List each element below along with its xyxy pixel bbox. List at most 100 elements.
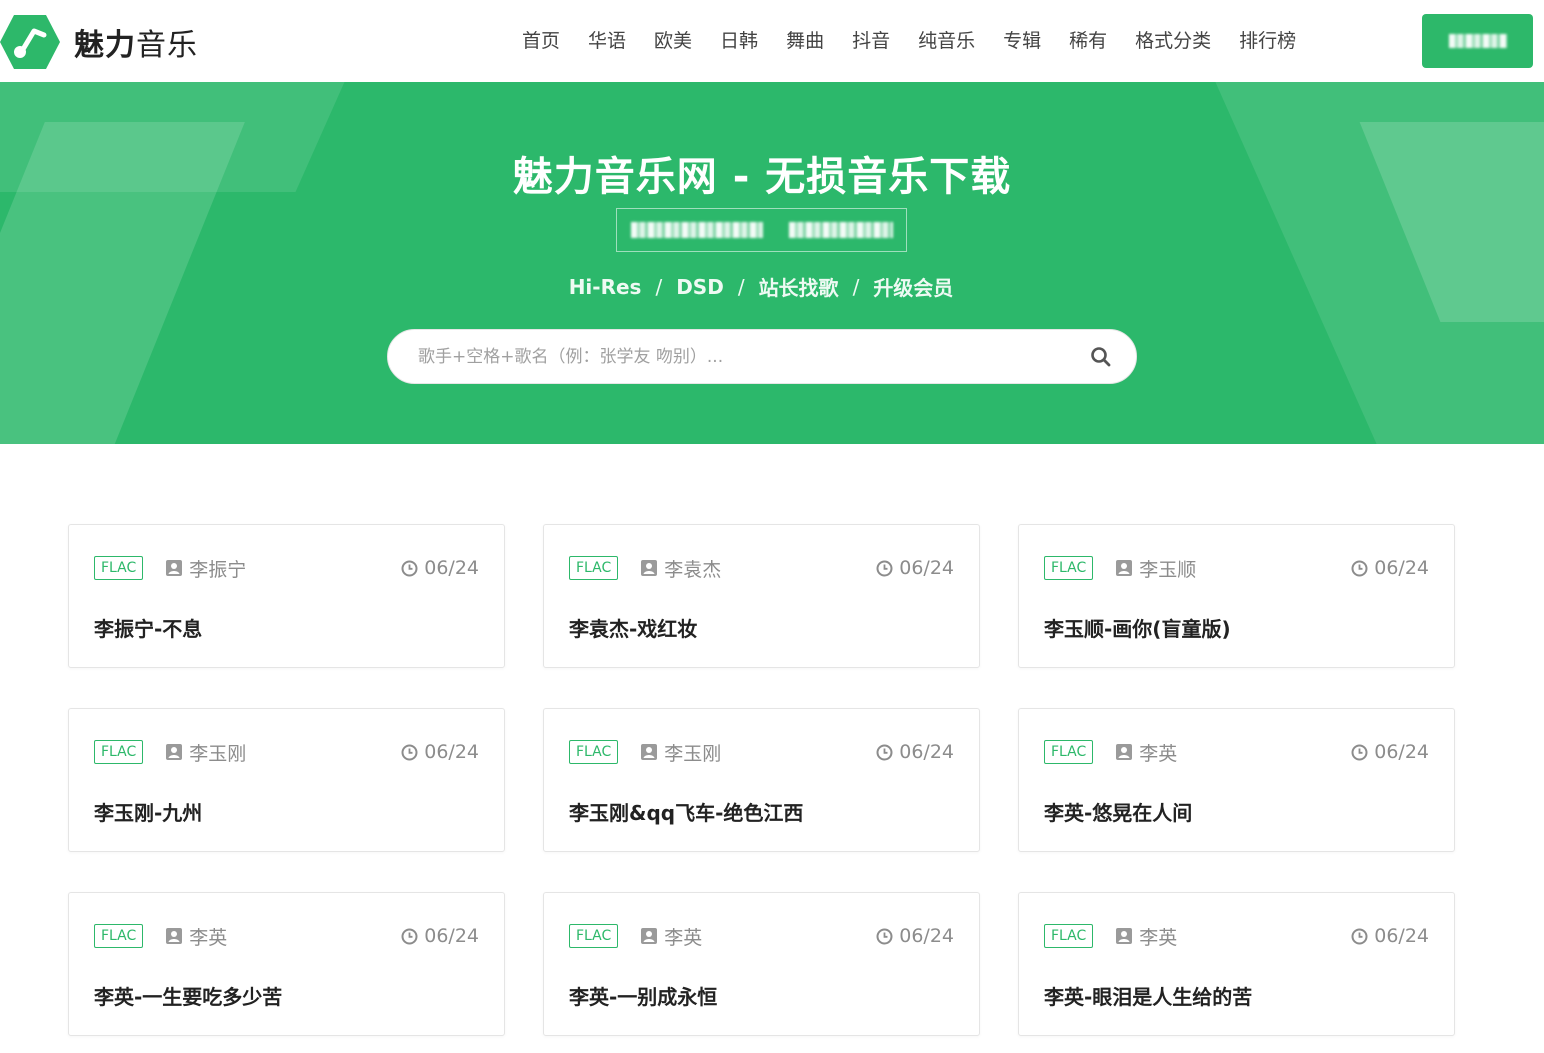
song-card-meta: FLAC 李振宁 06/24	[94, 555, 479, 581]
format-badge[interactable]: FLAC	[569, 556, 619, 580]
hero-link-request-song[interactable]: 站长找歌	[759, 272, 839, 301]
publish-date: 06/24	[1351, 925, 1429, 947]
hero-link-separator: /	[737, 274, 745, 299]
clock-icon	[401, 928, 418, 944]
clock-icon	[1351, 928, 1368, 944]
format-badge[interactable]: FLAC	[1044, 924, 1094, 948]
user-icon	[1116, 744, 1133, 760]
date-text: 06/24	[424, 741, 479, 763]
nav-item-japan-korea[interactable]: 日韩	[706, 0, 772, 82]
nav-item-chinese[interactable]: 华语	[574, 0, 640, 82]
hero-link-separator: /	[655, 274, 663, 299]
song-card[interactable]: FLAC 李英 06/24 李英-一别成永恒	[543, 892, 980, 1036]
song-card-meta: FLAC 李玉刚 06/24	[94, 739, 479, 765]
clock-icon	[401, 744, 418, 760]
hero-link-hires[interactable]: Hi-Res	[569, 275, 642, 299]
nav-item-home[interactable]: 首页	[508, 0, 574, 82]
nav-item-charts[interactable]: 排行榜	[1225, 0, 1310, 82]
redacted-text	[630, 222, 763, 238]
artist-link[interactable]: 李英	[640, 923, 702, 950]
artist-link[interactable]: 李英	[165, 923, 227, 950]
nav-item-instrumental[interactable]: 纯音乐	[904, 0, 989, 82]
redacted-subtitle	[616, 208, 907, 252]
artist-link[interactable]: 李袁杰	[640, 555, 721, 582]
artist-name: 李玉顺	[1139, 558, 1197, 581]
song-title-link[interactable]: 李玉顺-画你(盲童版)	[1044, 613, 1231, 642]
site-logo-link[interactable]: 魅力音乐	[0, 14, 198, 70]
date-text: 06/24	[424, 925, 479, 947]
date-text: 06/24	[899, 557, 954, 579]
nav-item-dance[interactable]: 舞曲	[772, 0, 838, 82]
nav-item-western[interactable]: 欧美	[640, 0, 706, 82]
publish-date: 06/24	[876, 557, 954, 579]
song-card[interactable]: FLAC 李振宁 06/24 李振宁-不息	[68, 524, 505, 668]
date-text: 06/24	[899, 925, 954, 947]
format-badge[interactable]: FLAC	[569, 740, 619, 764]
top-navbar: 魅力音乐 首页 华语 欧美 日韩 舞曲 抖音 纯音乐 专辑 稀有 格式分类 排行…	[0, 0, 1544, 82]
format-badge[interactable]: FLAC	[1044, 556, 1094, 580]
hero-quick-links: Hi-Res / DSD / 站长找歌 / 升级会员	[0, 272, 1522, 301]
publish-date: 06/24	[1351, 557, 1429, 579]
user-icon	[1116, 560, 1133, 576]
song-title-link[interactable]: 李袁杰-戏红妆	[569, 613, 697, 642]
publish-date: 06/24	[876, 925, 954, 947]
search-bar	[387, 329, 1137, 384]
song-title-link[interactable]: 李英-眼泪是人生给的苦	[1044, 981, 1252, 1010]
artist-name: 李玉刚	[189, 742, 247, 765]
clock-icon	[876, 560, 893, 576]
hero-link-dsd[interactable]: DSD	[676, 275, 724, 299]
artist-link[interactable]: 李英	[1115, 923, 1177, 950]
song-card[interactable]: FLAC 李玉刚 06/24 李玉刚-九州	[68, 708, 505, 852]
music-note-hexagon-icon	[0, 15, 60, 69]
artist-link[interactable]: 李英	[1115, 739, 1177, 766]
song-card[interactable]: FLAC 李玉刚 06/24 李玉刚&qq飞车-绝色江西	[543, 708, 980, 852]
user-icon	[1116, 928, 1133, 944]
song-card-meta: FLAC 李玉顺 06/24	[1044, 555, 1429, 581]
date-text: 06/24	[1374, 557, 1429, 579]
nav-item-albums[interactable]: 专辑	[989, 0, 1055, 82]
song-card-meta: FLAC 李袁杰 06/24	[569, 555, 954, 581]
search-button[interactable]	[1066, 330, 1136, 383]
nav-item-formats[interactable]: 格式分类	[1121, 0, 1225, 82]
hero-link-upgrade-vip[interactable]: 升级会员	[873, 272, 953, 301]
song-title-link[interactable]: 李振宁-不息	[94, 613, 202, 642]
format-badge[interactable]: FLAC	[94, 924, 144, 948]
artist-name: 李振宁	[189, 558, 247, 581]
user-icon	[641, 928, 658, 944]
date-text: 06/24	[1374, 925, 1429, 947]
song-title-link[interactable]: 李玉刚&qq飞车-绝色江西	[569, 797, 803, 826]
publish-date: 06/24	[1351, 741, 1429, 763]
site-name: 魅力音乐	[74, 20, 198, 64]
song-card[interactable]: FLAC 李袁杰 06/24 李袁杰-戏红妆	[543, 524, 980, 668]
song-card[interactable]: FLAC 李英 06/24 李英-悠晃在人间	[1018, 708, 1455, 852]
song-card[interactable]: FLAC 李英 06/24 李英-一生要吃多少苦	[68, 892, 505, 1036]
song-title-link[interactable]: 李英-悠晃在人间	[1044, 797, 1192, 826]
artist-link[interactable]: 李玉刚	[640, 739, 721, 766]
clock-icon	[1351, 560, 1368, 576]
song-card-meta: FLAC 李英 06/24	[1044, 923, 1429, 949]
artist-link[interactable]: 李玉刚	[165, 739, 246, 766]
user-icon	[166, 560, 183, 576]
user-account-button[interactable]	[1422, 14, 1533, 68]
song-card-meta: FLAC 李玉刚 06/24	[569, 739, 954, 765]
format-badge[interactable]: FLAC	[1044, 740, 1094, 764]
song-title-link[interactable]: 李英-一别成永恒	[569, 981, 717, 1010]
artist-link[interactable]: 李玉顺	[1115, 555, 1196, 582]
song-card-meta: FLAC 李英 06/24	[569, 923, 954, 949]
artist-name: 李英	[1139, 926, 1178, 949]
publish-date: 06/24	[401, 741, 479, 763]
nav-item-douyin[interactable]: 抖音	[838, 0, 904, 82]
artist-name: 李英	[1139, 742, 1178, 765]
search-input[interactable]	[388, 330, 1066, 383]
format-badge[interactable]: FLAC	[94, 740, 144, 764]
nav-item-rare[interactable]: 稀有	[1055, 0, 1121, 82]
user-icon	[641, 560, 658, 576]
song-title-link[interactable]: 李英-一生要吃多少苦	[94, 981, 282, 1010]
song-card[interactable]: FLAC 李英 06/24 李英-眼泪是人生给的苦	[1018, 892, 1455, 1036]
artist-link[interactable]: 李振宁	[165, 555, 246, 582]
format-badge[interactable]: FLAC	[94, 556, 144, 580]
artist-name: 李英	[189, 926, 228, 949]
song-title-link[interactable]: 李玉刚-九州	[94, 797, 202, 826]
format-badge[interactable]: FLAC	[569, 924, 619, 948]
song-card[interactable]: FLAC 李玉顺 06/24 李玉顺-画你(盲童版)	[1018, 524, 1455, 668]
